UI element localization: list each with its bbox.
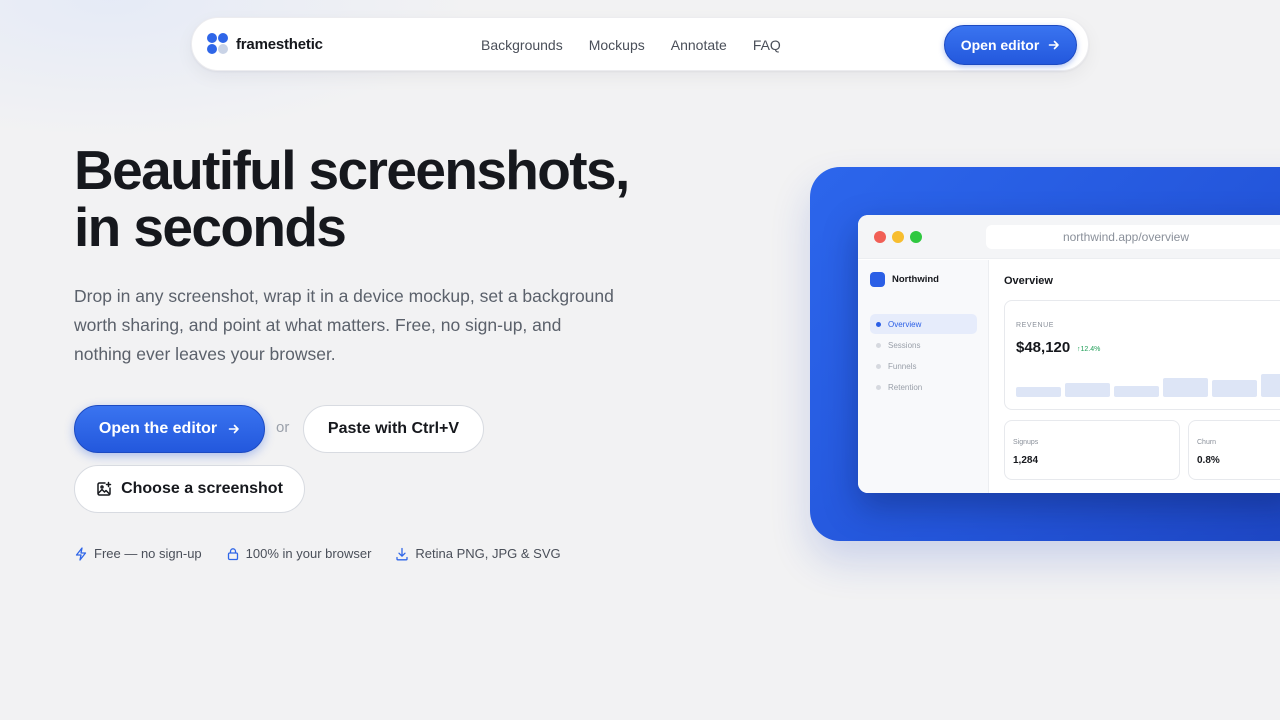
revenue-delta: ↑12.4% bbox=[1077, 346, 1101, 353]
hero-title-line-1: Beautiful screenshots, bbox=[74, 139, 630, 201]
lock-icon bbox=[226, 547, 240, 561]
app-sidebar: Northwind Overview Sessions Funnels Rete… bbox=[858, 260, 989, 493]
window-minimize-dot bbox=[892, 231, 904, 243]
app-page-title: Overview bbox=[1004, 275, 1053, 287]
churn-card: Churn 0.8% bbox=[1188, 420, 1280, 480]
revenue-label: REVENUE bbox=[1016, 322, 1055, 329]
nav-links: Backgrounds Mockups Annotate FAQ bbox=[481, 18, 807, 72]
feature-browser: 100% in your browser bbox=[226, 546, 372, 561]
sidebar-item-funnels: Funnels bbox=[870, 356, 977, 376]
brand-logo[interactable]: framesthetic bbox=[207, 33, 323, 55]
revenue-bar bbox=[1212, 380, 1257, 397]
open-the-editor-button[interactable]: Open the editor bbox=[74, 405, 265, 453]
image-add-icon bbox=[96, 481, 112, 497]
window-maximize-dot bbox=[910, 231, 922, 243]
churn-label: Churn bbox=[1197, 439, 1217, 446]
window-close-dot bbox=[874, 231, 886, 243]
paste-button[interactable]: Paste with Ctrl+V bbox=[303, 405, 484, 453]
revenue-value: $48,120 bbox=[1016, 339, 1071, 356]
or-separator: or bbox=[276, 419, 290, 436]
arrow-right-icon bbox=[1048, 39, 1060, 51]
feature-browser-label: 100% in your browser bbox=[245, 546, 372, 561]
revenue-bar bbox=[1114, 386, 1159, 397]
revenue-bar-chart bbox=[1016, 367, 1280, 397]
app-logo-icon bbox=[870, 272, 885, 287]
hero-title: Beautiful screenshots, in seconds bbox=[74, 142, 714, 256]
open-editor-label: Open editor bbox=[960, 37, 1040, 53]
signups-card: Signups 1,284 bbox=[1004, 420, 1180, 480]
sidebar-item-retention: Retention bbox=[870, 377, 977, 397]
nav-link-backgrounds[interactable]: Backgrounds bbox=[481, 37, 563, 53]
feature-free: Free — no sign-up bbox=[74, 546, 202, 561]
revenue-card: REVENUE $48,120 ↑12.4% bbox=[1004, 300, 1280, 410]
hero-title-line-2: in seconds bbox=[74, 196, 347, 258]
feature-list: Free — no sign-up 100% in your browser R… bbox=[74, 546, 585, 561]
revenue-bar bbox=[1016, 387, 1061, 397]
hero-description: Drop in any screenshot, wrap it in a dev… bbox=[74, 286, 614, 364]
paste-button-label: Paste with Ctrl+V bbox=[327, 420, 460, 437]
sidebar-item-sessions: Sessions bbox=[870, 335, 977, 355]
nav-link-mockups[interactable]: Mockups bbox=[589, 37, 645, 53]
download-icon bbox=[395, 547, 409, 561]
browser-titlebar: northwind.app/overview bbox=[858, 215, 1280, 259]
app-brand: Northwind bbox=[870, 272, 939, 287]
feature-export-label: Retina PNG, JPG & SVG bbox=[415, 546, 561, 561]
open-the-editor-label: Open the editor bbox=[98, 420, 218, 437]
nav-link-faq[interactable]: FAQ bbox=[753, 37, 781, 53]
app-name: Northwind bbox=[892, 274, 939, 285]
revenue-bar bbox=[1163, 378, 1208, 397]
lightning-icon bbox=[74, 546, 88, 561]
choose-screenshot-button[interactable]: Choose a screenshot bbox=[74, 465, 305, 513]
sidebar-item-overview: Overview bbox=[870, 314, 977, 334]
address-bar: northwind.app/overview bbox=[986, 225, 1280, 249]
open-editor-button[interactable]: Open editor bbox=[944, 25, 1077, 65]
nav-link-annotate[interactable]: Annotate bbox=[671, 37, 727, 53]
arrow-right-icon bbox=[228, 423, 240, 435]
signups-label: Signups bbox=[1013, 439, 1039, 446]
revenue-bar bbox=[1261, 374, 1280, 397]
choose-screenshot-label: Choose a screenshot bbox=[121, 480, 283, 497]
signups-value: 1,284 bbox=[1013, 455, 1039, 466]
top-navbar: framesthetic Backgrounds Mockups Annotat… bbox=[191, 17, 1089, 71]
churn-value: 0.8% bbox=[1197, 455, 1220, 466]
feature-free-label: Free — no sign-up bbox=[94, 546, 202, 561]
revenue-bar bbox=[1065, 383, 1110, 397]
brand-name: framesthetic bbox=[236, 35, 323, 53]
brand-mark-icon bbox=[207, 33, 229, 55]
feature-export: Retina PNG, JPG & SVG bbox=[395, 546, 561, 561]
browser-mockup: northwind.app/overview Northwind Overvie… bbox=[858, 215, 1280, 493]
